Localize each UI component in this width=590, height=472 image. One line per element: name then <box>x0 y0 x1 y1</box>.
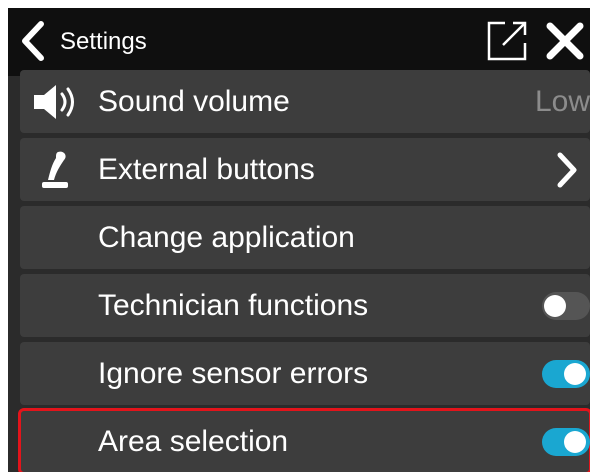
close-button[interactable] <box>542 18 588 64</box>
external-window-icon <box>487 21 527 61</box>
joystick-icon <box>42 151 68 188</box>
chevron-right-icon <box>557 152 577 188</box>
toggle-knob <box>564 431 586 453</box>
page-title: Settings <box>60 28 147 55</box>
row-ignore-sensor-errors[interactable]: Ignore sensor errors <box>20 342 590 405</box>
header-bar: Settings <box>8 8 590 76</box>
close-icon <box>546 22 584 60</box>
row-sound-volume[interactable]: Sound volume Low <box>20 70 590 133</box>
toggle-knob <box>544 295 566 317</box>
ignore-sensor-errors-label: Ignore sensor errors <box>98 357 369 390</box>
row-external-buttons[interactable]: External buttons <box>20 138 590 201</box>
change-application-label: Change application <box>98 221 355 254</box>
ignore-sensor-errors-toggle[interactable] <box>542 360 590 388</box>
technician-functions-label: Technician functions <box>98 289 369 322</box>
sound-volume-value: Low <box>534 85 590 118</box>
back-button[interactable] <box>14 18 50 64</box>
row-technician-functions[interactable]: Technician functions <box>20 274 590 337</box>
popout-button[interactable] <box>484 18 530 64</box>
joystick-icon-slot <box>28 144 84 195</box>
settings-window: Settings Sound volume Low External butto… <box>8 8 590 472</box>
external-buttons-label: External buttons <box>98 153 315 186</box>
speaker-icon <box>34 84 74 119</box>
row-area-selection[interactable]: Area selection <box>18 408 590 472</box>
area-selection-toggle[interactable] <box>542 428 590 456</box>
chevron-right-icon-slot <box>552 151 582 189</box>
chevron-left-icon <box>22 21 44 61</box>
row-change-application[interactable]: Change application <box>20 206 590 269</box>
toggle-knob <box>564 363 586 385</box>
technician-functions-toggle[interactable] <box>542 292 590 320</box>
area-selection-label: Area selection <box>98 425 289 458</box>
speaker-icon-slot <box>28 76 84 127</box>
sound-volume-label: Sound volume <box>98 85 290 118</box>
settings-list: Sound volume Low External buttons Change… <box>8 70 590 472</box>
